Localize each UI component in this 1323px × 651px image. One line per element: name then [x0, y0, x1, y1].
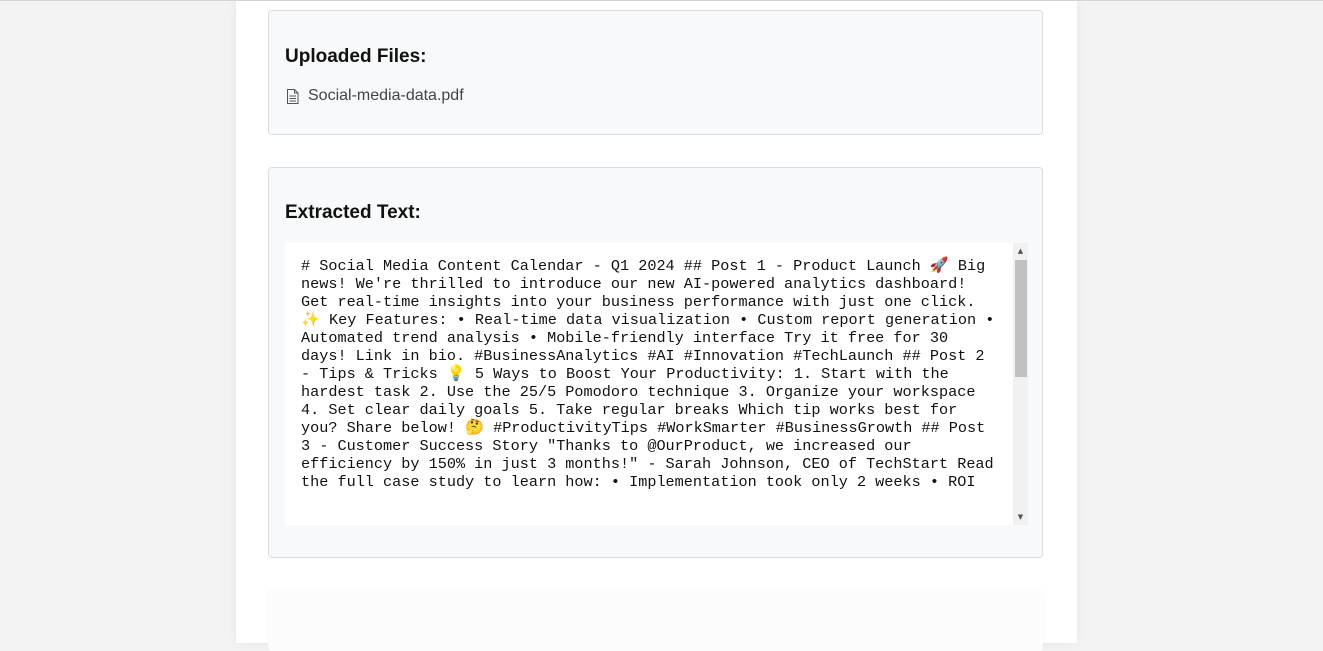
scroll-up-arrow-icon[interactable]: ▲ [1013, 244, 1028, 258]
scroll-down-arrow-icon[interactable]: ▼ [1013, 510, 1028, 524]
uploaded-files-card: Uploaded Files: Social-media-data.pdf [268, 10, 1043, 135]
extracted-text-area[interactable]: # Social Media Content Calendar - Q1 202… [285, 243, 1028, 525]
extracted-text-title: Extracted Text: [285, 202, 421, 223]
uploaded-files-title: Uploaded Files: [285, 46, 427, 67]
extracted-text-content: # Social Media Content Calendar - Q1 202… [301, 257, 995, 491]
scroll-thumb[interactable] [1015, 260, 1027, 377]
file-item[interactable]: Social-media-data.pdf [286, 87, 464, 105]
file-name: Social-media-data.pdf [308, 87, 464, 104]
text-scrollbar[interactable]: ▲ ▼ [1013, 243, 1028, 525]
document-icon [287, 88, 299, 104]
next-section-card [268, 591, 1043, 651]
main-panel: Uploaded Files: Social-media-data.pdf Ex… [236, 1, 1077, 651]
extracted-text-card: Extracted Text: # Social Media Content C… [268, 167, 1043, 558]
